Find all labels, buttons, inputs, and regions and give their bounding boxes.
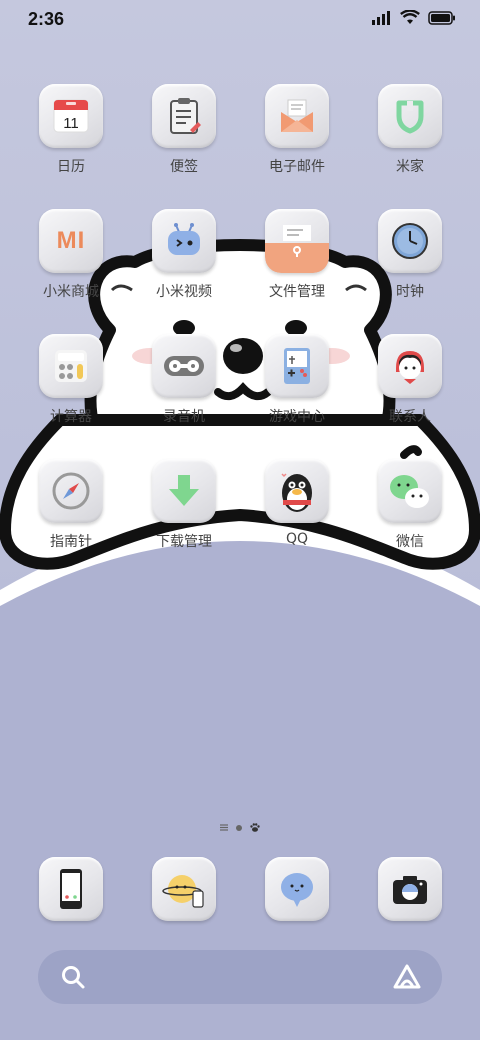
page-indicator[interactable] [0,823,480,832]
app-gamecenter[interactable]: 游戏中心 [252,334,342,426]
app-qq[interactable]: QQ [252,459,342,547]
app-label: 小米视频 [156,284,212,300]
phone-icon [60,869,82,909]
app-mistore[interactable]: MI 小米商城 [26,209,116,301]
app-notes[interactable]: 便签 [139,84,229,176]
message-bubble-icon [281,873,313,907]
status-bar: 2:36 [0,0,480,40]
dock-camera[interactable] [365,857,455,921]
app-files[interactable]: 文件管理 [252,209,342,301]
app-label: 指南针 [50,534,92,550]
app-label: 电子邮件 [269,159,325,175]
dock-browser[interactable] [139,857,229,921]
dock-messages[interactable] [252,857,342,921]
app-label: 时钟 [396,284,424,300]
search-bar[interactable] [38,950,442,1004]
app-label: 游戏中心 [269,409,325,425]
app-wechat[interactable]: 微信 [365,459,455,551]
page-dot [236,824,242,831]
app-mivideo[interactable]: 小米视频 [139,209,229,301]
app-label: QQ [285,531,309,547]
status-time: 2:36 [28,9,65,29]
app-contacts[interactable]: 联系人 [365,334,455,426]
calculator-icon [55,350,87,382]
paw-page-icon [250,823,260,832]
app-label: 小米商城 [43,284,99,300]
planet-browser-icon [162,875,204,908]
contacts-person-icon [396,351,424,384]
dock-phone[interactable] [26,857,116,921]
clock-icon [392,223,428,259]
wifi-icon [400,10,420,24]
envelope-icon [281,99,313,132]
gameboy-icon [284,348,310,384]
battery-icon [428,10,455,25]
mi-logo-icon: MI [56,227,86,254]
app-recorder[interactable]: 录音机 [139,334,229,426]
mihome-shield-icon [396,100,424,134]
app-calculator[interactable]: 计算器 [26,334,116,426]
download-arrow-icon [169,475,199,506]
app-label: 联系人 [389,409,431,425]
app-label: 米家 [396,159,424,175]
calendar-icon: 11 [53,99,89,133]
app-downloads[interactable]: 下载管理 [139,459,229,551]
app-clock[interactable]: 时钟 [365,209,455,301]
app-mihome[interactable]: 米家 [365,84,455,176]
app-label: 日历 [57,159,85,175]
calendar-date: 11 [63,115,79,132]
assistant-icon[interactable] [392,963,422,991]
clipboard-notes-icon [170,98,201,134]
camera-icon [393,876,427,904]
app-label: 录音机 [163,409,205,425]
search-icon [62,966,85,989]
app-email[interactable]: 电子邮件 [252,84,342,176]
app-calendar[interactable]: 11 日历 [26,84,116,176]
app-label: 文件管理 [269,284,325,300]
app-label: 微信 [396,534,424,550]
app-compass[interactable]: 指南针 [26,459,116,551]
app-label: 便签 [170,159,198,175]
robot-tv-icon [168,223,200,255]
app-label: 下载管理 [156,534,212,550]
cassette-recorder-icon [164,356,204,376]
folder-files-icon [283,225,311,257]
feed-page-icon [220,824,228,831]
compass-icon [52,472,90,510]
wechat-bubbles-icon [390,475,429,508]
app-label: 计算器 [50,409,92,425]
qq-penguin-icon [281,473,312,512]
signal-icon [372,10,390,25]
